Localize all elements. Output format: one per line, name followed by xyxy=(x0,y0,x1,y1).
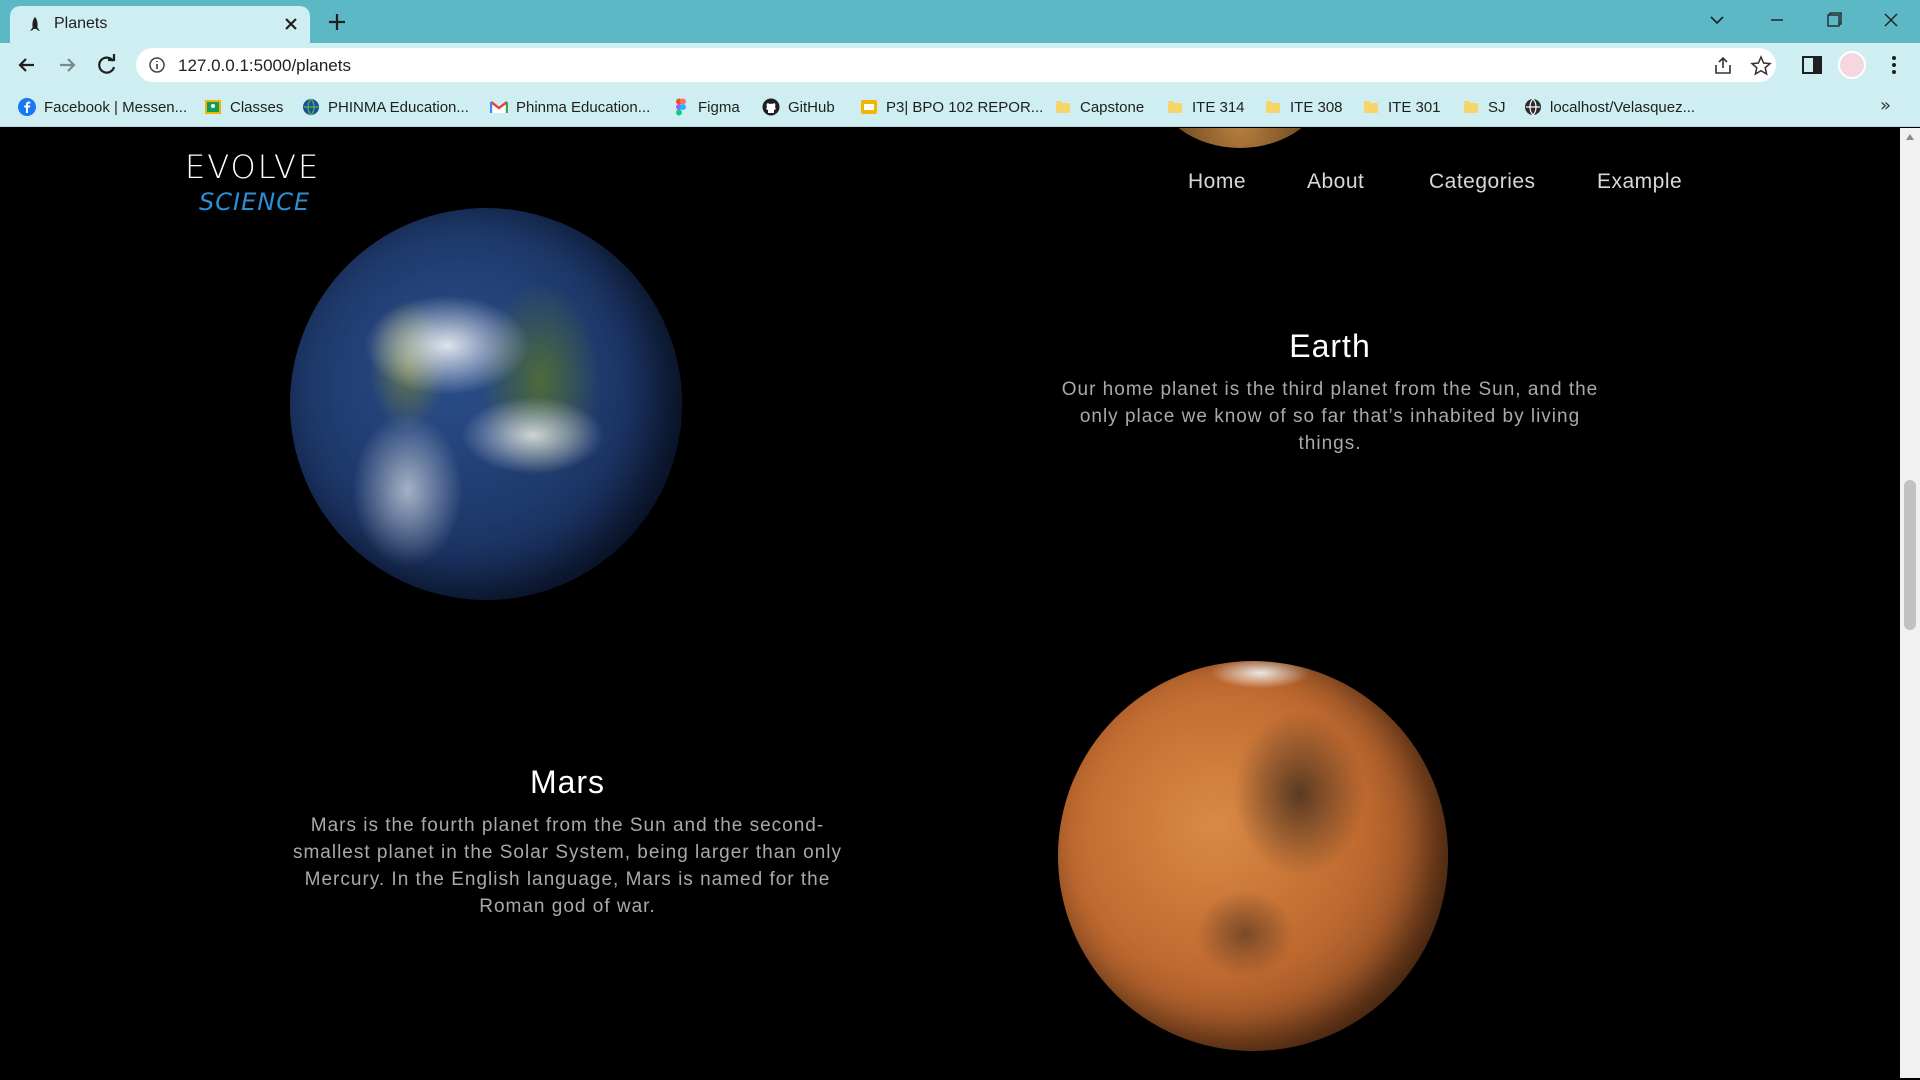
active-tab[interactable]: Planets xyxy=(10,6,310,43)
page-scrollbar[interactable] xyxy=(1900,128,1920,1078)
facebook-icon xyxy=(18,98,36,116)
bookmark-label: Facebook | Messen... xyxy=(44,98,188,116)
url-text[interactable]: 127.0.0.1:5000/planets xyxy=(178,56,351,76)
globe-icon xyxy=(303,98,319,116)
bookmark-classes[interactable]: Classes xyxy=(204,96,283,118)
new-tab-icon[interactable] xyxy=(325,10,349,34)
site-logo[interactable]: EVOLVE SCIENCE xyxy=(185,148,318,218)
page-viewport: EVOLVE SCIENCE Home About Categories Exa… xyxy=(0,128,1900,1078)
mars-title: Mars xyxy=(529,764,606,800)
address-bar[interactable]: 127.0.0.1:5000/planets xyxy=(136,48,1776,82)
gmail-icon xyxy=(490,101,508,113)
bookmark-label: SJ xyxy=(1488,98,1506,116)
bookmark-star-icon[interactable] xyxy=(1750,55,1772,77)
bookmark-label: ITE 308 xyxy=(1290,98,1343,116)
chevron-down-icon[interactable] xyxy=(1702,8,1732,32)
folder-icon xyxy=(1168,101,1182,113)
earth-description: Our home planet is the third planet from… xyxy=(1061,379,1599,454)
folder-icon xyxy=(1464,101,1478,113)
bookmarks-bar: Facebook | Messen... Classes PHINMA Educ… xyxy=(0,87,1920,127)
browser-toolbar: 127.0.0.1:5000/planets xyxy=(0,43,1920,87)
close-window-icon[interactable] xyxy=(1876,8,1906,32)
tab-strip: Planets xyxy=(0,0,1920,43)
reload-icon[interactable] xyxy=(94,52,120,78)
bookmark-capstone[interactable]: Capstone xyxy=(1054,96,1144,118)
bookmark-label: localhost/Velasquez... xyxy=(1550,98,1696,116)
bookmark-ite308[interactable]: ITE 308 xyxy=(1264,96,1343,118)
bookmark-label: Phinma Education... xyxy=(516,98,651,116)
profile-avatar[interactable] xyxy=(1838,51,1866,79)
bookmark-localhost[interactable]: localhost/Velasquez... xyxy=(1524,96,1695,118)
bookmark-phinma-1[interactable]: PHINMA Education... xyxy=(302,96,469,118)
close-tab-icon[interactable] xyxy=(280,13,302,35)
classroom-icon xyxy=(205,100,221,114)
bookmark-ite314[interactable]: ITE 314 xyxy=(1166,96,1245,118)
bookmark-label: Figma xyxy=(698,98,740,116)
more-menu-icon[interactable] xyxy=(1882,53,1906,77)
nav-about[interactable]: About xyxy=(1307,170,1364,194)
nav-home[interactable]: Home xyxy=(1188,170,1246,194)
mars-image xyxy=(1058,661,1448,1051)
bookmark-sj[interactable]: SJ xyxy=(1462,96,1506,118)
restore-icon[interactable] xyxy=(1818,8,1848,32)
scroll-up-arrow-icon[interactable] xyxy=(1906,134,1914,140)
bookmark-label: ITE 314 xyxy=(1192,98,1245,116)
earth-title: Earth xyxy=(1289,328,1371,364)
scrollbar-thumb[interactable] xyxy=(1904,480,1916,630)
bookmark-ite301[interactable]: ITE 301 xyxy=(1362,96,1441,118)
minimize-icon[interactable] xyxy=(1762,8,1792,32)
bookmark-phinma-2[interactable]: Phinma Education... xyxy=(490,96,650,118)
bookmark-label: ITE 301 xyxy=(1388,98,1441,116)
logo-wordmark-bottom: SCIENCE xyxy=(199,188,311,216)
bookmark-label: Classes xyxy=(230,98,284,116)
nav-categories[interactable]: Categories xyxy=(1429,170,1536,194)
bookmark-label: GitHub xyxy=(788,98,835,116)
earth-image xyxy=(290,208,682,600)
bookmark-figma[interactable]: Figma xyxy=(672,96,740,118)
figma-icon xyxy=(676,98,686,116)
globe-icon xyxy=(1525,98,1541,116)
side-panel-icon[interactable] xyxy=(1800,53,1824,77)
bookmark-label: P3| BPO 102 REPOR... xyxy=(886,98,1044,116)
share-icon[interactable] xyxy=(1712,55,1734,77)
bookmark-p3[interactable]: P3| BPO 102 REPOR... xyxy=(860,96,1043,118)
site-info-icon[interactable] xyxy=(148,56,166,74)
slides-icon xyxy=(861,100,877,114)
forward-icon[interactable] xyxy=(54,52,80,78)
folder-icon xyxy=(1266,101,1280,113)
bookmark-label: PHINMA Education... xyxy=(328,98,469,116)
bookmark-facebook[interactable]: Facebook | Messen... xyxy=(18,96,187,118)
folder-icon xyxy=(1364,101,1378,113)
folder-icon xyxy=(1056,101,1070,113)
more-bookmarks-icon[interactable]: » xyxy=(1880,95,1891,116)
logo-wordmark-top: EVOLVE xyxy=(185,148,321,186)
github-icon xyxy=(762,98,780,116)
planet-image-partial xyxy=(1155,128,1325,148)
back-icon[interactable] xyxy=(14,52,40,78)
bookmark-label: Capstone xyxy=(1080,98,1145,116)
tab-title: Planets xyxy=(54,15,108,32)
mars-description: Mars is the fourth planet from the Sun a… xyxy=(292,815,843,917)
bookmark-github[interactable]: GitHub xyxy=(762,96,835,118)
rocket-favicon-icon xyxy=(30,17,40,31)
nav-example[interactable]: Example xyxy=(1597,170,1682,194)
